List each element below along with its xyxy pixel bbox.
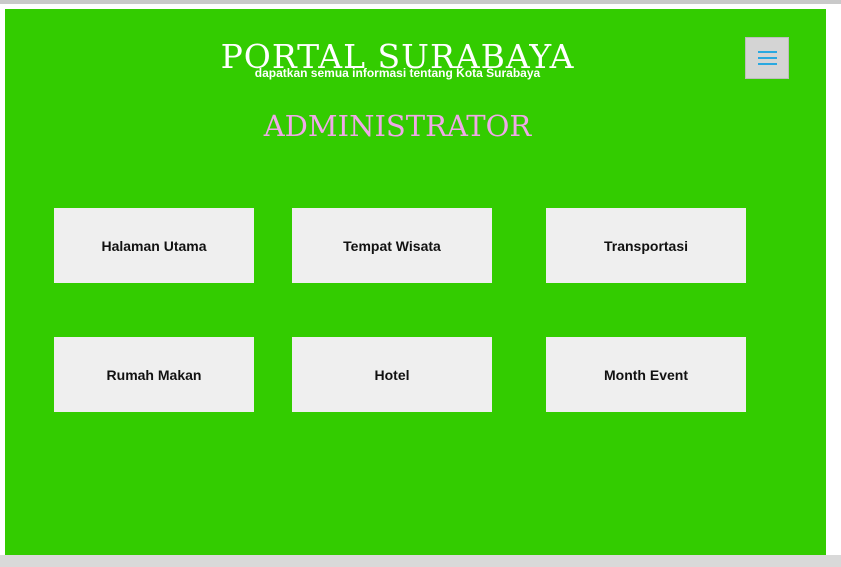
site-subtitle: dapatkan semua informasi tentang Kota Su… [254,66,541,80]
menu-card-hotel[interactable]: Hotel [292,337,492,412]
menu-card-label: Hotel [374,366,410,383]
hamburger-menu-button[interactable] [745,37,789,79]
horizontal-scrollbar[interactable] [0,555,841,567]
menu-card-tempat-wisata[interactable]: Tempat Wisata [292,208,492,283]
menu-card-rumah-makan[interactable]: Rumah Makan [54,337,254,412]
window-right-margin [826,4,841,555]
menu-card-label: Month Event [604,366,688,383]
menu-card-transportasi[interactable]: Transportasi [546,208,746,283]
menu-card-label: Transportasi [603,237,689,254]
menu-card-label: Tempat Wisata [343,237,441,254]
hamburger-menu-icon [758,57,777,59]
hamburger-menu-icon [758,51,777,53]
menu-card-month-event[interactable]: Month Event [546,337,746,412]
menu-card-label: Rumah Makan [106,366,202,383]
window-top-border [0,0,841,4]
hamburger-menu-icon [758,63,777,65]
page-title: ADMINISTRATOR [263,109,532,143]
page-container: PORTAL SURABAYA dapatkan semua informasi… [5,9,826,555]
menu-card-label: Halaman Utama [101,237,207,254]
menu-card-halaman-utama[interactable]: Halaman Utama [54,208,254,283]
